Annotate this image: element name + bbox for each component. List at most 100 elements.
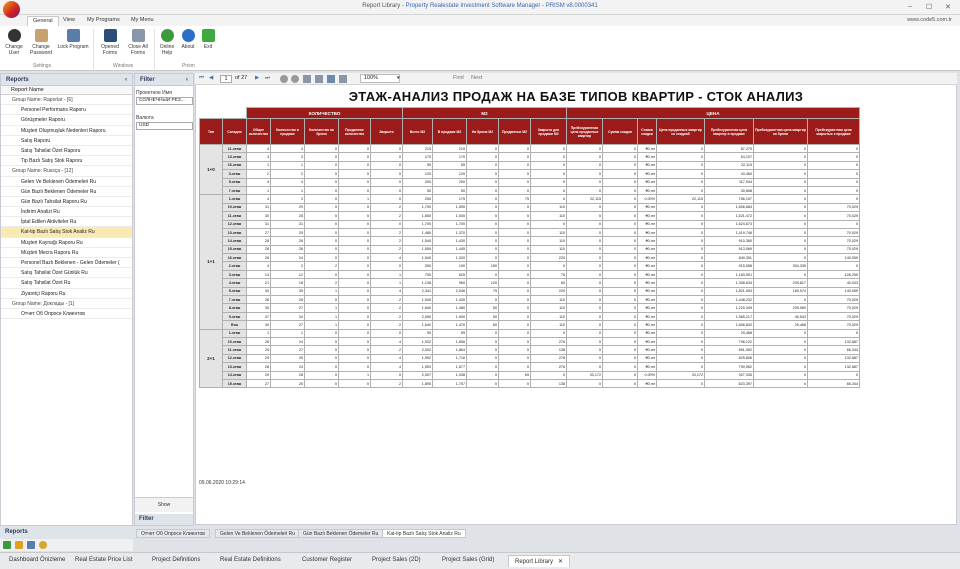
exit-button[interactable]: Exit xyxy=(200,29,216,50)
opened-forms-button[interactable]: Opened Forms xyxy=(97,29,123,56)
doc-tab-active[interactable]: Kat-tip Bazlı Satış Stok Analiz Ru xyxy=(382,529,466,538)
print-icon[interactable] xyxy=(303,75,311,83)
floor-cell: 14.этаж xyxy=(222,370,247,380)
change-user-button[interactable]: Change User xyxy=(3,29,25,56)
value-cell: 138 xyxy=(530,345,567,355)
close-tab-icon[interactable]: ✕ xyxy=(558,559,563,565)
value-cell: 1,308,634 xyxy=(704,278,754,288)
search-icon[interactable] xyxy=(27,541,35,549)
zoom-out-icon[interactable] xyxy=(280,75,288,83)
about-button[interactable]: About xyxy=(179,29,197,50)
value-cell: 120 xyxy=(402,169,433,179)
value-cell: 18 xyxy=(270,278,305,288)
tab-my-menu[interactable]: My Menu xyxy=(126,16,159,26)
collapse-filter-button[interactable]: ‹ xyxy=(186,77,188,83)
prev-page-icon[interactable]: ◀ xyxy=(209,75,213,81)
bottom-tab[interactable]: Dashboard Önizleme xyxy=(3,555,71,567)
currency-select[interactable]: USD xyxy=(136,122,193,130)
bottom-tab-report-library[interactable]: Report Library ✕ xyxy=(508,555,571,567)
value-cell: 0 xyxy=(602,278,638,288)
doc-tab[interactable]: Отчет Об Опросе Клиентов xyxy=(136,529,210,538)
new-icon[interactable] xyxy=(3,541,11,549)
next-page-icon[interactable]: ▶ xyxy=(255,75,259,81)
report-list-item[interactable]: Müşteri Kaynağı Raporu Ru xyxy=(1,238,132,248)
change-password-button[interactable]: Change Password xyxy=(28,29,54,56)
value-cell: 132,687 xyxy=(807,336,860,347)
report-list-item[interactable]: Satış Tahsilat Özet Raporu xyxy=(1,146,132,157)
report-list-item[interactable]: Satış Tahsilat Özet Ru xyxy=(1,278,132,289)
zoom-select[interactable]: 100% xyxy=(360,74,400,83)
filter-footer[interactable]: Filter xyxy=(135,514,193,525)
value-cell: ₴0,mr xyxy=(637,202,657,213)
last-page-icon[interactable]: ⏭ xyxy=(265,75,270,82)
report-list-item[interactable]: İndirim Analizi Ru xyxy=(1,207,132,218)
bottom-tab[interactable]: Project Definitions xyxy=(146,555,206,567)
find-label[interactable]: Find xyxy=(453,75,464,81)
bottom-tab[interactable]: Project Sales (Grid) xyxy=(436,555,500,567)
report-list-item[interactable]: Ziyaretçi Raporu Ru xyxy=(1,289,132,299)
minimize-button[interactable]: – xyxy=(908,3,912,10)
report-group-header[interactable]: Group Name: Russça - [12] xyxy=(1,166,132,177)
page-input[interactable]: 1 xyxy=(220,75,232,83)
value-cell: 1,220,349 xyxy=(704,303,754,313)
project-select[interactable]: СОЛНЕЧНЫЙ РЕЗ... xyxy=(136,97,193,105)
tab-view[interactable]: View xyxy=(58,16,80,26)
chevron-down-icon[interactable]: ▾ xyxy=(397,75,400,81)
doc-tab[interactable]: Gelen Ve Beklenen Ödemeleri Ru xyxy=(215,529,301,538)
report-list-item[interactable]: Satış Tahsilat Özet Günlük Ru xyxy=(1,268,132,279)
show-button[interactable]: Show xyxy=(135,497,193,512)
report-list-item[interactable]: Gün Bazlı Beklenen Ödemeler Ru xyxy=(1,187,132,197)
report-list-item[interactable]: Müşteri Oluşmuşluk Nedenleri Raporu xyxy=(1,126,132,136)
bottom-tab[interactable]: Real Estate Price List xyxy=(69,555,138,567)
zoom-in-icon[interactable] xyxy=(291,75,299,83)
close-all-forms-button[interactable]: Close All Forms xyxy=(125,29,151,56)
table-row: 10.этаж 28 24 0 0 4 1,932 1,656 0 0 276 0 0 ₴0,mr 0 796… xyxy=(200,336,860,347)
online-help-button[interactable]: Online Help xyxy=(157,29,177,56)
report-list-item[interactable]: İptal Edilen Aktiviteler Ru xyxy=(1,217,132,228)
report-list-item[interactable]: Görüşmeler Raporu xyxy=(1,115,132,126)
value-cell: 239,817 xyxy=(753,278,808,288)
next-link[interactable]: Next xyxy=(471,75,482,81)
value-cell: 0 xyxy=(498,353,531,364)
reports-footer[interactable]: Reports xyxy=(0,527,133,538)
first-page-icon[interactable]: ⏮ xyxy=(199,75,204,82)
close-window-button[interactable]: ✕ xyxy=(945,3,951,11)
bottom-tab[interactable]: Real Estate Definitions xyxy=(214,555,287,567)
report-list-item[interactable]: Tip Bazlı Satış Stok Raporu xyxy=(1,156,132,167)
report-group-header[interactable]: Group Name: Доклады - [1] xyxy=(1,299,132,309)
bottom-tab[interactable]: Customer Register xyxy=(296,555,358,567)
value-cell: 0 xyxy=(498,320,531,330)
doc-tab[interactable]: Gün Bazlı Beklenen Ödemeler Ru xyxy=(298,529,384,538)
table-row: 12.этаж 31 31 0 0 0 1,700 1,700 0 0 0 0 0 ₴0,mr 0 1,624… xyxy=(200,219,860,229)
report-list-item[interactable]: Müşteri Mecra Raporu Ru xyxy=(1,248,132,258)
report-list-item[interactable]: Отчет Об Опросе Клиентов xyxy=(1,309,132,320)
value-cell: 0 xyxy=(602,328,638,339)
report-list-item[interactable]: Personel Performans Raporu xyxy=(1,105,132,116)
value-cell: 2 xyxy=(304,278,339,288)
lock-program-button[interactable]: Lock Program xyxy=(56,29,90,50)
report-list-item[interactable]: Gün Bazlı Tahsilat Raporu Ru xyxy=(1,197,132,208)
maximize-button[interactable]: ☐ xyxy=(926,3,932,11)
table-row: 7.этаж 28 26 0 0 2 1,540 1,430 0 0 110 0 0 ₴0,mr 0 1,44… xyxy=(200,295,860,305)
edit-icon[interactable] xyxy=(15,541,23,549)
value-cell: 30,658 xyxy=(704,185,754,196)
report-list-item[interactable]: Satış Raporu xyxy=(1,136,132,146)
bottom-tab[interactable]: Project Sales (2D) xyxy=(366,555,427,567)
report-name-column-header[interactable]: Report Name xyxy=(1,86,132,95)
tab-my-programs[interactable]: My Programs xyxy=(82,16,125,26)
help-icon[interactable] xyxy=(39,541,47,549)
collapse-reports-button[interactable]: ‹ xyxy=(125,77,127,83)
value-cell: 0 xyxy=(656,295,705,305)
value-cell: 1,136 xyxy=(402,278,433,288)
save-icon[interactable] xyxy=(327,75,335,83)
table-row: 2.этаж 4 2 2 0 0 250 100 150 0 0 0 0 ₴0,mr 0 915,558 304… xyxy=(200,261,860,271)
app-logo-icon[interactable] xyxy=(3,1,20,18)
report-list-item[interactable]: Kat-tip Bazlı Satış Stok Analiz Ru xyxy=(1,227,132,238)
report-group-header[interactable]: Group Name: Raporlar - [6] xyxy=(1,95,132,106)
report-list-item[interactable]: Gelen Ve Beklenen Ödemeleri Ru xyxy=(1,177,132,187)
floor-cell: 1.этаж xyxy=(222,194,247,204)
tab-general[interactable]: General xyxy=(27,16,59,26)
page-setup-icon[interactable] xyxy=(315,75,323,83)
export-icon[interactable] xyxy=(339,75,347,83)
report-list-item[interactable]: Personel Bazlı Beklenen - Gelen Ödemeler… xyxy=(1,258,132,269)
